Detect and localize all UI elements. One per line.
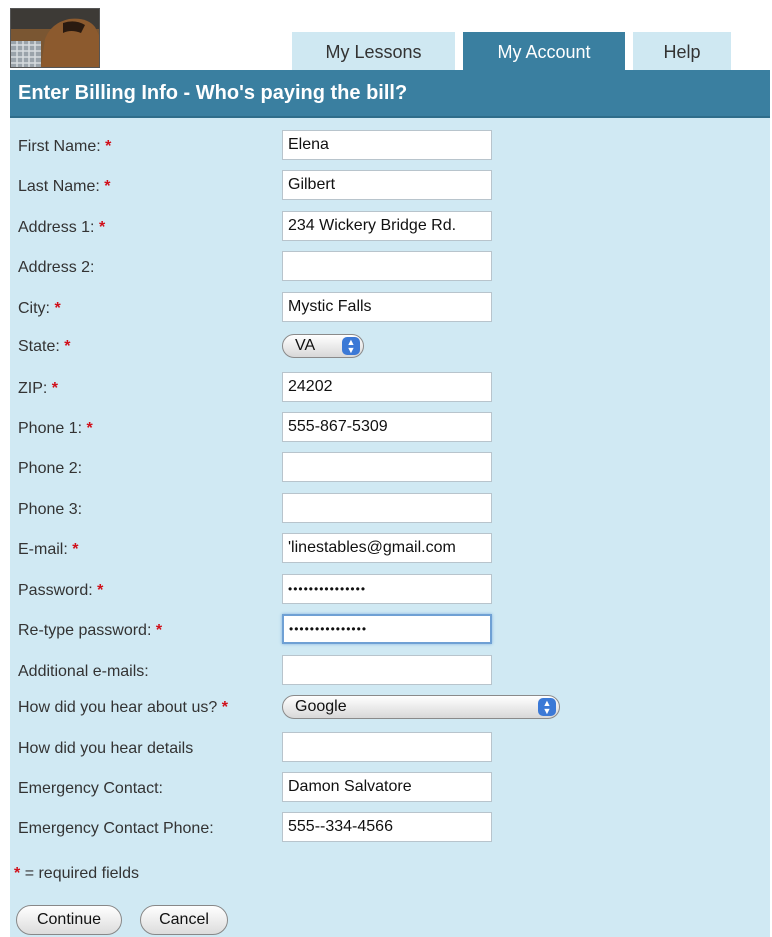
row-emergency-contact-phone: Emergency Contact Phone: 555--334-4566 [10, 812, 770, 852]
billing-form-panel: Enter Billing Info - Who's paying the bi… [10, 70, 770, 937]
required-marker: * [221, 699, 228, 716]
continue-button[interactable]: Continue [16, 905, 122, 935]
address-2-input[interactable] [282, 251, 492, 281]
row-city: City: * Mystic Falls [10, 292, 770, 332]
additional-emails-label: Additional e-mails: [18, 663, 149, 680]
email-label: E-mail: * [18, 541, 79, 558]
row-state: State: * VA ▲ ▼ [10, 330, 770, 370]
required-marker: * [86, 420, 93, 437]
last-name-input[interactable]: Gilbert [282, 170, 492, 200]
address-1-label: Address 1: * [18, 219, 106, 236]
city-label: City: * [18, 300, 61, 317]
cancel-button[interactable]: Cancel [140, 905, 228, 935]
how-did-you-hear-label: How did you hear about us? * [18, 699, 228, 716]
first-name-label: First Name: * [18, 138, 112, 155]
emergency-contact-input[interactable]: Damon Salvatore [282, 772, 492, 802]
emergency-contact-label: Emergency Contact: [18, 780, 163, 797]
row-first-name: First Name: * Elena [10, 130, 770, 170]
row-how-did-you-hear: How did you hear about us? * Google ▲ ▼ [10, 691, 770, 731]
how-did-you-hear-select[interactable]: Google ▲ ▼ [282, 695, 560, 719]
required-marker: * [104, 178, 111, 195]
row-password: Password: * ••••••••••••••• [10, 574, 770, 614]
zip-input[interactable]: 24202 [282, 372, 492, 402]
required-marker: * [51, 380, 59, 397]
row-address-1: Address 1: * 234 Wickery Bridge Rd. [10, 211, 770, 251]
phone-3-label: Phone 3: [18, 501, 83, 518]
hear-details-label: How did you hear details [18, 740, 194, 757]
address-1-input[interactable]: 234 Wickery Bridge Rd. [282, 211, 492, 241]
row-zip: ZIP: * 24202 [10, 372, 770, 412]
nav-tabs: My Lessons My Account Help [292, 32, 739, 70]
required-marker: * [14, 865, 21, 882]
required-marker: * [105, 138, 112, 155]
phone-1-label: Phone 1: * [18, 420, 93, 437]
emergency-contact-phone-input[interactable]: 555--334-4566 [282, 812, 492, 842]
tab-my-account[interactable]: My Account [463, 32, 625, 70]
phone-1-input[interactable]: 555-867-5309 [282, 412, 492, 442]
additional-emails-input[interactable] [282, 655, 492, 685]
row-phone-1: Phone 1: * 555-867-5309 [10, 412, 770, 452]
row-phone-2: Phone 2: [10, 452, 770, 492]
first-name-input[interactable]: Elena [282, 130, 492, 160]
phone-2-input[interactable] [282, 452, 492, 482]
phone-3-input[interactable] [282, 493, 492, 523]
required-marker: * [155, 622, 163, 639]
password-input[interactable]: ••••••••••••••• [282, 574, 492, 604]
site-logo[interactable] [10, 8, 100, 68]
tab-help[interactable]: Help [633, 32, 731, 70]
required-marker: * [54, 300, 61, 317]
zip-label: ZIP: * [18, 380, 59, 397]
row-additional-emails: Additional e-mails: [10, 655, 770, 695]
email-input[interactable]: 'linestables@gmail.com [282, 533, 492, 563]
updown-arrows-icon: ▲ ▼ [538, 698, 556, 716]
required-marker: * [72, 541, 79, 558]
state-select[interactable]: VA ▲ ▼ [282, 334, 364, 358]
city-input[interactable]: Mystic Falls [282, 292, 492, 322]
row-last-name: Last Name: * Gilbert [10, 170, 770, 210]
state-select-value: VA [295, 337, 316, 354]
tab-my-lessons[interactable]: My Lessons [292, 32, 455, 70]
required-note-text: = required fields [24, 865, 139, 882]
required-fields-note: * = required fields [14, 865, 139, 883]
how-did-you-hear-value: Google [295, 698, 347, 715]
required-marker: * [64, 338, 71, 355]
last-name-label: Last Name: * [18, 178, 111, 195]
emergency-contact-phone-label: Emergency Contact Phone: [18, 820, 214, 837]
row-address-2: Address 2: [10, 251, 770, 291]
hear-details-input[interactable] [282, 732, 492, 762]
form-title: Enter Billing Info - Who's paying the bi… [10, 70, 770, 118]
required-marker: * [97, 582, 104, 599]
row-phone-3: Phone 3: [10, 493, 770, 533]
password-label: Password: * [18, 582, 104, 599]
row-retype-password: Re-type password: * ••••••••••••••• [10, 614, 770, 654]
row-emergency-contact: Emergency Contact: Damon Salvatore [10, 772, 770, 812]
required-marker: * [98, 219, 106, 236]
phone-2-label: Phone 2: [18, 460, 83, 477]
updown-arrows-icon: ▲ ▼ [342, 337, 360, 355]
state-label: State: * [18, 338, 71, 355]
retype-password-input[interactable]: ••••••••••••••• [282, 614, 492, 644]
row-email: E-mail: * 'linestables@gmail.com [10, 533, 770, 573]
address-2-label: Address 2: [18, 259, 95, 276]
retype-password-label: Re-type password: * [18, 622, 163, 639]
row-hear-details: How did you hear details [10, 732, 770, 772]
